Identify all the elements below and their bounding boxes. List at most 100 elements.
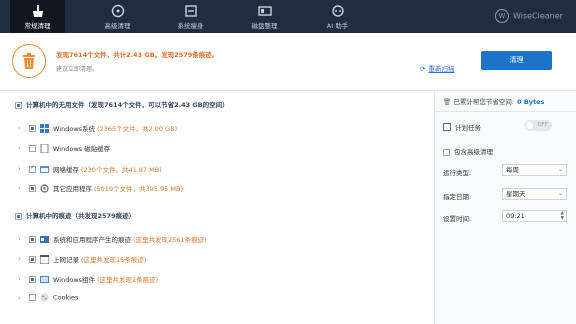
item-label: Cookies	[53, 293, 79, 302]
list-item-cookies[interactable]: › Cookies	[18, 293, 78, 305]
item-checkbox[interactable]	[29, 144, 36, 152]
tab-label: 常规清理	[24, 22, 51, 30]
item-detail: (2365个文件，共2.00 GB)	[97, 125, 178, 133]
time-value: 09:21	[506, 212, 525, 220]
chevron-right-icon[interactable]: ›	[18, 184, 26, 192]
run-type-select[interactable]: 每周 ⌄	[502, 164, 567, 176]
cookie-icon	[40, 293, 49, 302]
time-label: 设置时间:	[443, 215, 472, 223]
time-input[interactable]: 09:21 ▲ ▼	[502, 210, 567, 222]
chevron-right-icon[interactable]: ›	[18, 255, 26, 263]
saved-value: 0 Bytes	[517, 98, 545, 106]
trash-icon	[23, 53, 35, 69]
item-label: Windows 磁贴缓存	[53, 145, 111, 153]
chevron-right-icon[interactable]: ›	[18, 235, 26, 243]
advanced-clean-label: 包含高级清理	[454, 148, 493, 156]
rescan-link[interactable]: ⟳ 重新扫描	[420, 63, 454, 73]
schedule-toggle[interactable]: OFF	[524, 120, 552, 131]
schedule-row: 计划任务	[443, 122, 481, 132]
summary-suggestion: 建议立即清理。	[56, 66, 99, 73]
saved-label: 已累计帮您节省空间:	[453, 98, 515, 106]
tab-ai-assistant[interactable]: AI 助手	[310, 0, 365, 33]
day-select[interactable]: 星期天 ⌄	[502, 188, 567, 200]
item-detail: (这里共发现2561条痕迹)	[133, 236, 207, 244]
tab-label: 高级清理	[104, 22, 131, 30]
chevron-right-icon[interactable]: ›	[18, 144, 26, 152]
windows-icon	[40, 123, 49, 133]
item-checkbox[interactable]	[29, 184, 36, 192]
item-checkbox[interactable]	[29, 255, 36, 263]
item-label: 上网记录	[53, 256, 79, 264]
list-item-web-cache[interactable]: › 网络缓存(230个文件，共41.87 MB)	[18, 164, 162, 176]
spin-arrows-icon[interactable]: ▲ ▼	[561, 211, 564, 221]
schedule-panel: 🗑 已累计帮您节省空间: 0 Bytes 计划任务 OFF 包含高级清理 运行类型…	[435, 92, 576, 324]
item-checkbox[interactable]	[29, 164, 36, 173]
item-label: 网络缓存	[53, 166, 79, 174]
divider	[435, 111, 576, 112]
day-value: 星期天	[506, 190, 526, 198]
broom-icon	[32, 5, 43, 17]
disk-clean-icon	[111, 4, 124, 18]
item-label: Windows系统	[53, 125, 96, 133]
files-section-title: 计算机中的无用文件（发现7614个文件，可以节省2.43 GB的空间）	[26, 101, 229, 109]
brand: W WiseCleaner	[495, 9, 563, 23]
tab-regular-clean[interactable]: 常规清理	[10, 0, 65, 33]
document-icon	[40, 143, 49, 153]
chevron-right-icon[interactable]: ›	[18, 165, 26, 173]
list-item-other-apps[interactable]: › 其它应用程序 (5019个文件，共395.95 MB)	[18, 183, 183, 195]
brand-name: WiseCleaner	[513, 11, 563, 21]
item-checkbox[interactable]	[29, 124, 36, 132]
clean-button[interactable]: 清理	[481, 51, 552, 70]
calendar-check-icon	[443, 123, 451, 131]
saved-space: 🗑 已累计帮您节省空间: 0 Bytes	[443, 96, 544, 106]
list-item-browsing-history[interactable]: › 上网记录 (这里共发现16条痕迹)	[18, 254, 146, 266]
advanced-clean-checkbox[interactable]	[443, 148, 450, 156]
run-type-value: 每周	[506, 166, 519, 174]
traces-section-header: 计算机中的痕迹（共发现2579痕迹）	[12, 210, 135, 220]
app-traces-icon	[40, 235, 49, 243]
top-nav-bar: 常规清理 高级清理 系统瘦身 磁盘整理 AI 助手 W WiseCleaner	[0, 0, 576, 33]
traces-section-title: 计算机中的痕迹（共发现2579痕迹）	[26, 212, 136, 220]
item-checkbox[interactable]	[29, 294, 36, 301]
list-item-windows-system[interactable]: › Windows系统 (2365个文件，共2.00 GB)	[18, 123, 177, 135]
advanced-clean-option[interactable]: 包含高级清理	[443, 146, 493, 156]
traces-section-checkbox[interactable]	[15, 212, 22, 220]
files-section-checkbox[interactable]	[15, 101, 22, 109]
item-checkbox[interactable]	[29, 235, 36, 243]
chevron-down-icon: ⌄	[557, 166, 563, 173]
defrag-icon	[257, 6, 272, 16]
chevron-down-icon: ⌄	[557, 190, 563, 197]
tab-system-slim[interactable]: 系统瘦身	[163, 0, 218, 33]
chevron-right-icon[interactable]: ›	[18, 124, 26, 132]
list-item-app-traces[interactable]: › 系统和应用程序产生的痕迹 (这里共发现2561条痕迹)	[18, 234, 207, 246]
summary-result: 发现7614个文件，共计2.43 GB。发现2579条痕迹。	[56, 51, 219, 59]
list-item-tile-cache[interactable]: › Windows 磁贴缓存	[18, 143, 110, 155]
item-checkbox[interactable]	[29, 275, 36, 283]
day-label: 指定日期:	[443, 193, 472, 201]
rescan-label: 重新扫描	[428, 65, 455, 73]
browser-history-icon	[40, 254, 49, 264]
tab-label: 系统瘦身	[177, 22, 204, 30]
trash-badge	[12, 44, 46, 78]
cleanup-list: 计算机中的无用文件（发现7614个文件，可以节省2.43 GB的空间） › Win…	[0, 92, 434, 324]
item-label: Windows组件	[53, 276, 96, 284]
run-type-label: 运行类型:	[443, 169, 472, 177]
tab-label: 磁盘整理	[251, 22, 278, 30]
ai-icon	[331, 5, 344, 17]
tab-defrag[interactable]: 磁盘整理	[237, 0, 292, 33]
tab-advanced-clean[interactable]: 高级清理	[90, 0, 145, 33]
slim-icon	[184, 5, 197, 17]
item-detail: (230个文件，共41.87 MB)	[81, 166, 162, 174]
refresh-icon: ⟳	[420, 65, 426, 73]
windows-components-icon	[40, 275, 49, 283]
web-cache-icon	[40, 165, 49, 173]
scan-summary: 发现7614个文件，共计2.43 GB。发现2579条痕迹。 建议立即清理。 ⟳…	[0, 33, 576, 91]
wisecleaner-logo-icon: W	[495, 9, 509, 23]
chevron-right-icon[interactable]: ›	[18, 294, 26, 302]
chevron-right-icon[interactable]: ›	[18, 275, 26, 283]
trash-small-icon: 🗑	[443, 98, 452, 106]
list-item-windows-components[interactable]: › Windows组件 (这里共发现2条痕迹)	[18, 274, 158, 286]
files-section-header: 计算机中的无用文件（发现7614个文件，可以节省2.43 GB的空间）	[12, 99, 229, 109]
item-detail: (这里共发现2条痕迹)	[97, 276, 159, 284]
apps-gear-icon	[40, 183, 49, 193]
